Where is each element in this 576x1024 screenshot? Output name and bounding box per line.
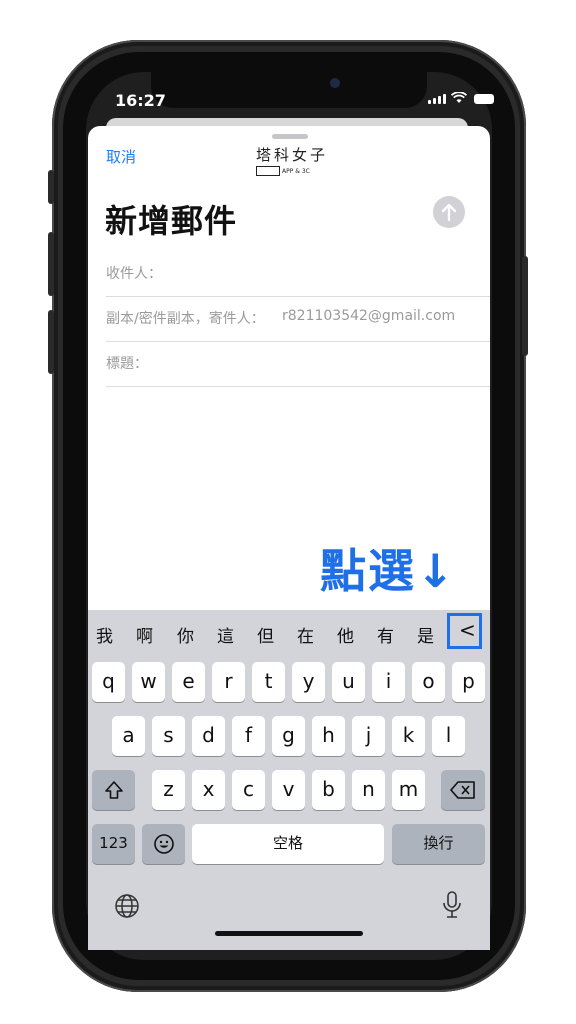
keyboard: 我 啊 你 這 但 在 他 有 是 < q w e r t y u i o p … [88, 610, 490, 950]
emoji-key[interactable] [142, 824, 185, 864]
candidate-item[interactable]: 但 [257, 622, 274, 647]
key-x[interactable]: x [192, 770, 225, 810]
numbers-key[interactable]: 123 [92, 824, 135, 864]
shift-key[interactable] [92, 770, 135, 810]
volume-down-button [48, 310, 54, 374]
from-email[interactable]: r821103542@gmail.com [282, 308, 455, 324]
silent-switch [48, 170, 54, 204]
key-z[interactable]: z [152, 770, 185, 810]
key-g[interactable]: g [272, 716, 305, 756]
key-a[interactable]: a [112, 716, 145, 756]
key-o[interactable]: o [412, 662, 445, 702]
status-icons [428, 92, 494, 104]
key-l[interactable]: l [432, 716, 465, 756]
key-w[interactable]: w [132, 662, 165, 702]
key-b[interactable]: b [312, 770, 345, 810]
subject-label: 標題： [106, 356, 148, 372]
cancel-button[interactable]: 取消 [106, 146, 136, 167]
key-j[interactable]: j [352, 716, 385, 756]
key-s[interactable]: s [152, 716, 185, 756]
candidate-item[interactable]: 是 [417, 622, 434, 647]
chevron-left-icon: < [459, 618, 476, 642]
power-button [522, 256, 528, 356]
status-time: 16:27 [115, 91, 166, 110]
key-f[interactable]: f [232, 716, 265, 756]
key-d[interactable]: d [192, 716, 225, 756]
key-n[interactable]: n [352, 770, 385, 810]
watermark-logo: 塔科女子 APP & 3C [256, 144, 328, 176]
cc-bcc-from-field[interactable]: 副本/密件副本，寄件人： r821103542@gmail.com [106, 297, 490, 342]
battery-icon [474, 94, 494, 104]
candidate-bar: 我 啊 你 這 但 在 他 有 是 < [88, 610, 490, 654]
to-label: 收件人： [106, 266, 162, 282]
notch [151, 72, 427, 108]
emoji-icon [153, 834, 174, 854]
key-t[interactable]: t [252, 662, 285, 702]
camera-icon [330, 78, 340, 88]
key-y[interactable]: y [292, 662, 325, 702]
logo-text: 塔科女子 [256, 146, 329, 164]
candidate-item[interactable]: 我 [96, 622, 113, 647]
key-e[interactable]: e [172, 662, 205, 702]
key-c[interactable]: c [232, 770, 265, 810]
key-v[interactable]: v [272, 770, 305, 810]
key-p[interactable]: p [452, 662, 485, 702]
home-indicator[interactable] [215, 931, 363, 936]
sheet-grabber[interactable] [272, 134, 308, 139]
key-k[interactable]: k [392, 716, 425, 756]
shift-icon [104, 781, 123, 799]
space-key[interactable]: 空格 [192, 824, 384, 864]
arrow-up-icon [441, 203, 457, 222]
cc-label: 副本/密件副本，寄件人： [106, 311, 265, 327]
to-field[interactable]: 收件人： [106, 252, 490, 297]
globe-icon[interactable] [114, 893, 140, 919]
backspace-icon [450, 781, 475, 799]
volume-up-button [48, 232, 54, 296]
logo-barcode-icon [256, 166, 280, 176]
candidate-item[interactable]: 啊 [136, 622, 153, 647]
page-title: 新增郵件 [105, 202, 238, 240]
wifi-icon [451, 92, 467, 103]
logo-subtext: APP & 3C [282, 167, 310, 175]
candidate-item[interactable]: 有 [377, 622, 394, 647]
candidate-item[interactable]: 他 [337, 622, 354, 647]
key-q[interactable]: q [92, 662, 125, 702]
delete-key[interactable] [441, 770, 485, 810]
microphone-icon[interactable] [441, 890, 463, 920]
candidate-item[interactable]: 你 [177, 622, 194, 647]
candidate-item[interactable]: 在 [297, 622, 314, 647]
return-key[interactable]: 換行 [392, 824, 485, 864]
key-r[interactable]: r [212, 662, 245, 702]
subject-field[interactable]: 標題： [106, 342, 490, 387]
signal-icon [428, 94, 446, 104]
key-h[interactable]: h [312, 716, 345, 756]
key-m[interactable]: m [392, 770, 425, 810]
key-i[interactable]: i [372, 662, 405, 702]
candidate-item[interactable]: 這 [217, 622, 234, 647]
send-button[interactable] [433, 196, 465, 228]
key-u[interactable]: u [332, 662, 365, 702]
expand-candidates-button[interactable]: < [447, 613, 482, 649]
callout-annotation: 點選↓ [320, 544, 457, 598]
